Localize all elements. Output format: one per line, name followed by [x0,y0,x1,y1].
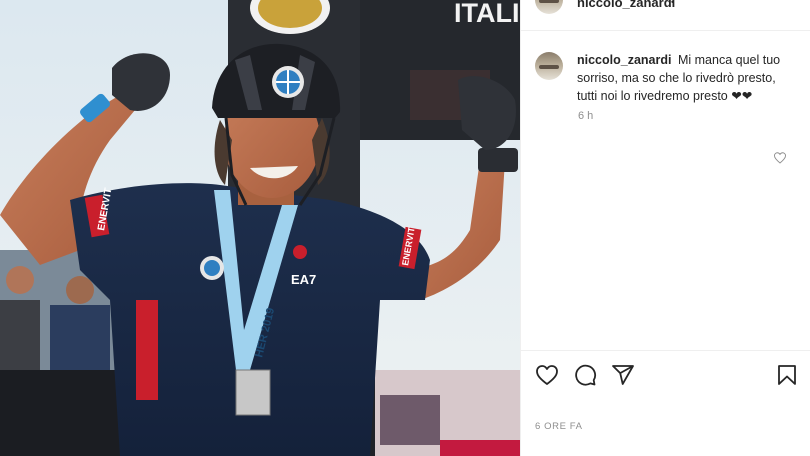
comment-heart-icon[interactable] [773,151,787,165]
post-timestamp[interactable]: 6 ORE FA [535,421,583,432]
caption-comment: niccolo_zanardi Mi manca quel tuo sorris… [577,51,799,105]
heart-icon[interactable] [535,363,559,387]
comment-timestamp[interactable]: 6 h [578,110,593,122]
header-username[interactable]: niccolo_zanardi [577,0,675,10]
post-header: niccolo_zanardi • [521,0,810,31]
photo-illustration: ITALI EA7 ENERVIT ENERVIT HER 2019 [0,0,520,456]
header-separator: • [671,0,675,7]
header-avatar[interactable] [535,0,563,14]
send-icon[interactable] [611,363,635,387]
post-side-panel: niccolo_zanardi • niccolo_zanardi Mi man… [520,0,810,456]
action-bar [521,350,810,401]
banner-text: ITALI [454,0,519,28]
comment-username[interactable]: niccolo_zanardi [577,53,671,67]
bookmark-icon[interactable] [775,363,799,387]
post-photo[interactable]: ITALI EA7 ENERVIT ENERVIT HER 2019 [0,0,520,456]
comment-avatar[interactable] [535,52,563,80]
chest-brand-text: EA7 [291,272,316,287]
comment-icon[interactable] [573,363,597,387]
